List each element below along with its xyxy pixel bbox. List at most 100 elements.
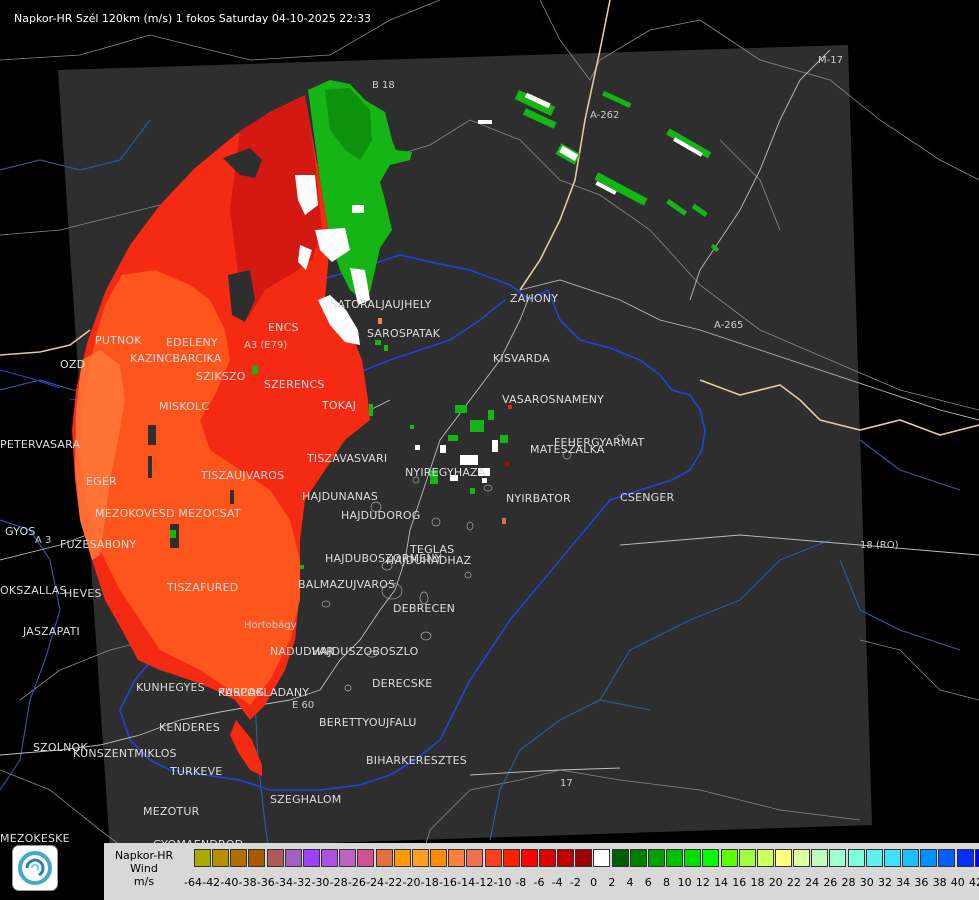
legend-tick: 40	[950, 876, 965, 889]
place-label: SZEGHALOM	[270, 793, 342, 806]
legend-swatch	[756, 849, 774, 867]
legend-swatch	[883, 849, 901, 867]
legend-tick: 22	[786, 876, 801, 889]
legend-tick: -40	[220, 876, 239, 889]
legend-swatch	[212, 849, 230, 867]
swirl-logo-icon	[18, 851, 52, 885]
legend-tick: -32	[293, 876, 312, 889]
legend-tick: 16	[732, 876, 747, 889]
legend-tick: -26	[347, 876, 366, 889]
legend-ticks: -64 -42 -40 -38 -36 -34 -32 -30 -28 -26 -24 -22 -20-…	[184, 876, 979, 890]
place-label: ZAHONY	[510, 292, 559, 305]
legend-title-line2: Wind	[130, 862, 158, 875]
legend-swatch	[611, 849, 629, 867]
legend-tick: -30	[311, 876, 330, 889]
legend-swatch	[430, 849, 448, 867]
road-label: 17	[560, 778, 573, 789]
place-label: HAJDUBOSZORMENY	[325, 552, 442, 565]
legend-swatch	[502, 849, 520, 867]
legend-swatch	[829, 849, 847, 867]
legend-tick: 28	[841, 876, 856, 889]
legend-tick: 30	[859, 876, 874, 889]
legend-tick: -36	[256, 876, 275, 889]
legend-unit: m/s	[133, 875, 155, 888]
legend-swatch	[920, 849, 938, 867]
legend-swatch	[375, 849, 393, 867]
legend-swatch	[720, 849, 738, 867]
legend-tick: 4	[626, 876, 634, 889]
legend-tick: 24	[805, 876, 820, 889]
legend-tick: 12	[695, 876, 710, 889]
place-label: MISKOLC	[159, 400, 210, 413]
legend-tick: -18	[420, 876, 439, 889]
place-label: FUZESABONY	[60, 538, 137, 551]
road-label: E 60	[292, 700, 315, 711]
legend-tick: -12	[475, 876, 494, 889]
legend-swatch	[448, 849, 466, 867]
legend-swatch	[284, 849, 302, 867]
legend-swatch	[593, 849, 611, 867]
place-label: GYOS	[5, 525, 36, 538]
place-label: DEBRECEN	[393, 602, 456, 615]
legend-swatch	[738, 849, 756, 867]
legend-swatch	[393, 849, 411, 867]
place-label: MATESZALKA	[530, 443, 605, 456]
napkor-logo	[12, 845, 58, 891]
place-label: MEZOKESKE	[0, 832, 70, 845]
legend-title-line1: Napkor-HR	[114, 849, 174, 862]
legend-tick: 6	[644, 876, 652, 889]
road-label: B 18	[372, 80, 395, 91]
legend-swatch	[775, 849, 792, 867]
legend-swatch	[956, 849, 974, 867]
legend-swatch	[357, 849, 375, 867]
legend-tick: 18	[750, 876, 765, 889]
place-label: SZOLNOK	[33, 741, 88, 754]
legend-tick: -14	[457, 876, 476, 889]
legend-tick: 0	[590, 876, 598, 889]
legend-tick: 36	[914, 876, 929, 889]
place-label: KARCAG	[218, 686, 265, 699]
place-label: HAJDUDOROG	[341, 509, 421, 522]
place-label: HEVES	[64, 587, 102, 600]
legend-swatch	[666, 849, 684, 867]
place-label: NYIREGYHAZA	[405, 466, 486, 479]
legend-swatch	[339, 849, 357, 867]
legend-swatch	[194, 849, 211, 867]
legend-swatch	[411, 849, 429, 867]
place-label: KENDERES	[159, 721, 220, 734]
place-label: BERETTYOUJFALU	[319, 716, 417, 729]
legend-swatch	[684, 849, 702, 867]
place-label: HAJDUNANAS	[302, 490, 379, 503]
place-label: EGER	[86, 475, 117, 488]
place-label: BIHARKERESZTES	[366, 754, 467, 767]
legend-tick: -34	[275, 876, 294, 889]
legend-tick: -16	[438, 876, 457, 889]
place-label: HAJDUSZOBOSZLO	[312, 645, 419, 658]
road-label: A 3	[35, 535, 52, 546]
legend-swatch	[520, 849, 538, 867]
place-label: CSENGER	[620, 491, 675, 504]
place-label: KAZINCBARCIKA	[130, 352, 222, 365]
legend-tick: -42	[202, 876, 221, 889]
place-label: DERECSKE	[372, 677, 433, 690]
place-label: SZERENCS	[264, 378, 325, 391]
place-label: MEZOTUR	[143, 805, 200, 818]
map-title: Napkor-HR Szél 120km (m/s) 1 fokos Satur…	[14, 12, 371, 25]
legend-swatch	[865, 849, 883, 867]
place-label: TISZAUJVAROS	[201, 469, 285, 482]
place-label: KISVARDA	[493, 352, 550, 365]
legend-swatch	[248, 849, 266, 867]
legend-tick: 34	[896, 876, 911, 889]
legend-swatch	[974, 849, 979, 867]
legend-color-scale	[194, 849, 979, 869]
legend-swatch	[557, 849, 575, 867]
legend-tick: -10	[493, 876, 512, 889]
legend-tick: 20	[768, 876, 783, 889]
legend-swatch	[847, 849, 865, 867]
place-label: SAROSPATAK	[367, 327, 441, 340]
place-label: PETERVASARA	[0, 438, 81, 451]
legend-tick: 10	[677, 876, 692, 889]
place-label: TISZAVASVARI	[307, 452, 388, 465]
legend-tick: -28	[329, 876, 348, 889]
legend-swatch	[575, 849, 593, 867]
